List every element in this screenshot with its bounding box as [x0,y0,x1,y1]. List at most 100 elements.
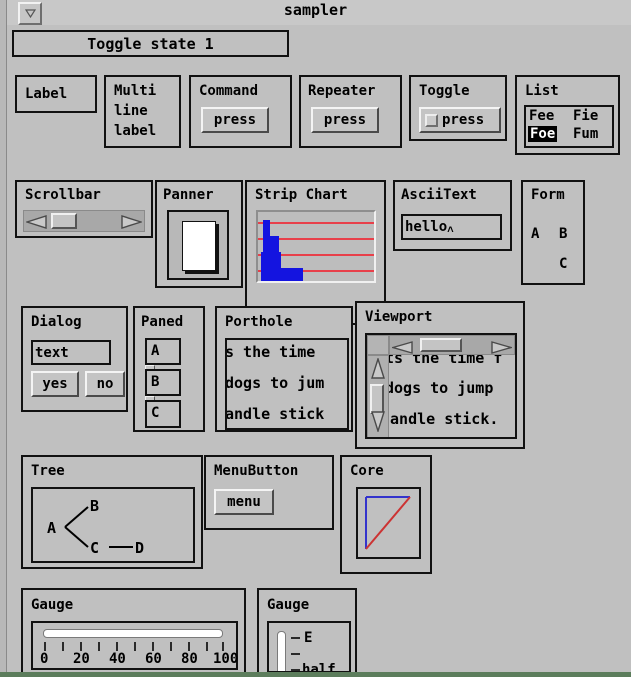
gauge-vertical-body: E half [267,621,351,673]
paned-pane-a[interactable]: A [145,338,181,365]
paned-pane-c[interactable]: C [145,400,181,428]
viewport-body: ts the time f dogs to jump candle stick. [365,333,517,439]
tree-caption: Tree [31,463,65,479]
porthole-line-1: s the time [225,343,316,361]
paned-pane-b-label: B [151,374,160,390]
list-caption: List [525,83,559,99]
panner-widget-frame: Panner [155,180,243,288]
viewport-content: ts the time f dogs to jump candle stick. [389,355,515,437]
dialog-text-input[interactable]: text [31,340,111,365]
tree-widget-frame: Tree A B C D [21,455,203,569]
gauge-horizontal-frame: Gauge 0 20 40 60 80 100 [21,588,246,674]
command-caption: Command [199,83,259,99]
list-item-fee[interactable]: Fee [529,108,554,124]
window-title: sampler [283,1,348,19]
panner-slider[interactable] [182,221,216,271]
core-canvas [356,487,421,559]
list-item-foe[interactable]: Foe [528,126,558,142]
menubutton-menu-button[interactable]: menu [214,489,274,515]
repeater-press-button[interactable]: press [311,107,379,133]
toggle-state-button[interactable]: Toggle state 1 [12,30,289,57]
menubutton-widget-frame: MenuButton menu [204,455,334,530]
porthole-viewport[interactable]: s the time dogs to jum andle stick [225,338,349,430]
asciitext-widget-frame: AsciiText hello ˄ [393,180,512,251]
multiline-label-frame: Multi line label [104,75,181,148]
viewport-caption: Viewport [365,309,433,325]
multiline-label-line2: line [114,103,148,119]
paned-pane-c-label: C [151,405,160,421]
porthole-line-3: andle stick [225,405,325,423]
label-widget-caption: Label [25,86,68,102]
scrollbar-trough[interactable] [23,210,145,232]
viewport-line-1: ts the time f [389,355,503,367]
arrow-right-icon [121,215,144,229]
tree-node-d[interactable]: D [135,539,144,557]
strip-chart-bar [261,268,303,281]
tree-node-c[interactable]: C [90,539,99,557]
viewport-v-up-arrow[interactable] [371,356,385,384]
arrow-up-icon [371,356,385,379]
scrollbar-left-arrow[interactable] [24,214,48,233]
core-widget-frame: Core [340,455,432,574]
core-caption: Core [350,463,384,479]
label-widget-frame: Label [15,75,97,113]
form-item-c: C [559,256,568,272]
command-widget-frame: Command press [189,75,292,148]
toggle-press-checkbox[interactable]: press [419,107,501,133]
dialog-widget-frame: Dialog text yes no [21,306,128,412]
list-item-fum[interactable]: Fum [573,126,598,142]
porthole-line-2: dogs to jum [225,374,325,392]
panner-caption: Panner [163,187,214,203]
strip-chart-gridline [258,222,374,224]
toggle-checkbox-box [425,113,438,127]
arrow-right-icon [491,341,514,354]
panner-canvas[interactable] [167,210,229,280]
porthole-caption: Porthole [225,314,293,330]
list-widget-frame: List Fee Fie Foe Fum [515,75,620,155]
tree-edges [64,506,133,548]
tree-node-b[interactable]: B [90,497,99,515]
gauge-horizontal-caption: Gauge [31,597,74,613]
scrollbar-thumb[interactable] [51,213,77,229]
repeater-caption: Repeater [308,83,376,99]
tree-canvas: A B C D [31,487,195,563]
list-item-fie[interactable]: Fie [573,108,598,124]
window-left-border [0,0,7,677]
command-press-button[interactable]: press [201,107,269,133]
viewport-corner [367,335,389,355]
viewport-widget-frame: Viewport ts the time f dogs to jump cand… [355,301,525,449]
asciitext-value: hello [405,219,448,235]
gauge-horizontal-label-40: 40 [109,651,126,667]
tree-node-a[interactable]: A [47,519,56,537]
gauge-vertical-caption: Gauge [267,597,310,613]
core-triangle-icon [365,496,411,550]
form-item-b: B [559,226,568,242]
dialog-yes-button[interactable]: yes [31,371,79,397]
gauge-vertical-frame: Gauge E half [257,588,357,674]
asciitext-input[interactable]: hello ˄ [401,214,502,240]
asciitext-caption: AsciiText [401,187,477,203]
multiline-label-line3: label [114,123,157,139]
gauge-horizontal-label-20: 20 [73,651,90,667]
paned-pane-b[interactable]: B [145,369,181,396]
dialog-no-button[interactable]: no [85,371,125,397]
viewport-line-3: candle stick. [389,410,499,428]
gauge-horizontal-bar [43,629,223,638]
client-area: Toggle state 1 Label Multi line label Co… [7,25,631,674]
text-caret-icon: ˄ [447,223,454,236]
arrow-left-icon [24,215,47,229]
gauge-horizontal-label-0: 0 [40,651,49,667]
viewport-h-thumb[interactable] [420,338,462,352]
viewport-v-down-arrow[interactable] [371,410,385,436]
form-caption: Form [531,187,565,203]
sampler-window: sampler Toggle state 1 Label Multi line … [0,0,631,677]
scrollbar-right-arrow[interactable] [120,214,144,233]
gauge-vertical-bar [277,631,286,671]
window-bottom-border [0,672,631,677]
gauge-horizontal-label-100: 100 [213,651,239,667]
gauge-horizontal-label-60: 60 [145,651,162,667]
viewport-vscrollbar[interactable] [367,355,389,437]
viewport-hscrollbar[interactable] [389,335,515,355]
list-box[interactable]: Fee Fie Foe Fum [524,105,614,148]
paned-caption: Paned [141,314,184,330]
